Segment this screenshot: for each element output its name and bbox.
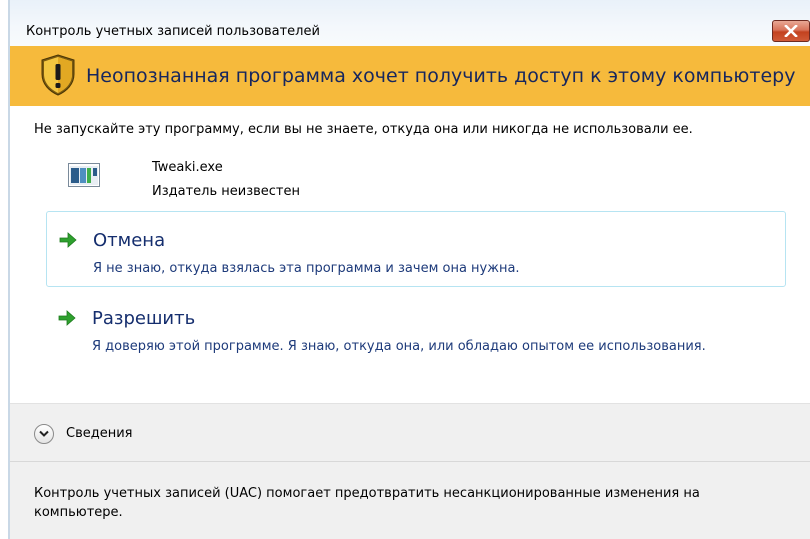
allow-option-button[interactable]: Разрешить Я доверяю этой программе. Я зн… [46,298,786,386]
details-label[interactable]: Сведения [66,426,133,442]
program-name: Tweaki.exe [152,160,223,175]
program-publisher: Издатель неизвестен [152,184,301,199]
cancel-option-title: Отмена [93,230,166,251]
banner-title: Неопознанная программа хочет получить до… [86,65,796,87]
uac-dialog: Контроль учетных записей пользователей Н… [0,0,810,539]
footer-text: Контроль учетных записей (UAC) помогает … [34,486,700,520]
shield-warning-icon [41,54,75,96]
close-icon [784,25,798,37]
window-title: Контроль учетных записей пользователей [26,24,320,39]
window-left-frame [0,0,10,539]
warning-banner: Неопознанная программа хочет получить до… [10,46,810,106]
green-arrow-icon [59,232,77,248]
warning-message: Не запускайте эту программу, если вы не … [34,122,693,137]
cancel-option-description: Я не знаю, откуда взялась эта программа … [93,261,520,276]
footer: Контроль учетных записей (UAC) помогает … [10,462,810,539]
chevron-down-icon [39,430,49,437]
green-arrow-icon [58,310,76,326]
title-bar[interactable]: Контроль учетных записей пользователей [10,0,810,46]
allow-option-title: Разрешить [92,308,196,329]
details-toggle-button[interactable] [34,424,54,444]
allow-option-description: Я доверяю этой программе. Я знаю, откуда… [92,339,706,354]
details-bar: Сведения [10,403,810,462]
program-icon [68,163,100,187]
cancel-option-button[interactable]: Отмена Я не знаю, откуда взялась эта про… [46,211,786,287]
close-button[interactable] [772,20,810,42]
